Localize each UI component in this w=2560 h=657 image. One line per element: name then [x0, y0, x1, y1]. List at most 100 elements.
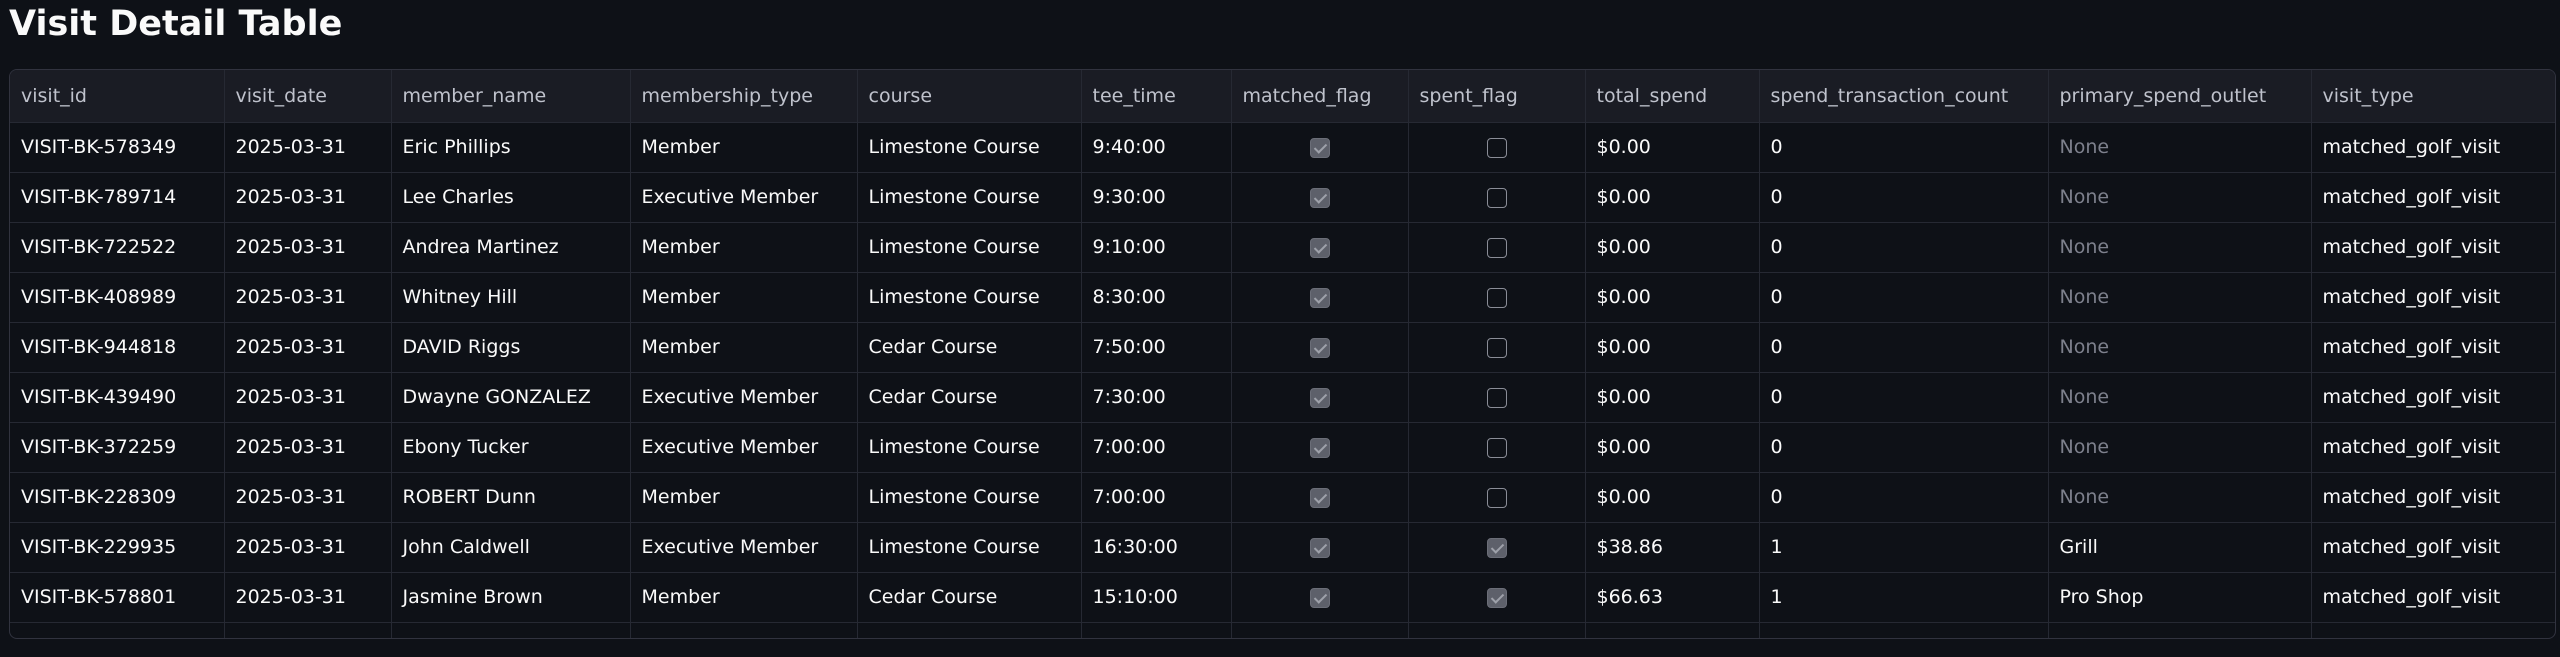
cell-visit-type[interactable]: matched_golf_visit — [2311, 172, 2555, 223]
cell-primary-spend-outlet[interactable] — [2048, 622, 2312, 638]
cell-course[interactable]: Cedar Course — [857, 572, 1082, 623]
spent-flag-unchecked-checkbox[interactable] — [1486, 337, 1507, 358]
cell-matched-flag[interactable] — [1231, 272, 1409, 323]
cell-visit-id[interactable]: VISIT-BK-228309 — [10, 472, 225, 523]
cell-primary-spend-outlet[interactable]: None — [2048, 222, 2312, 273]
cell-member-name[interactable]: Ebony Tucker — [391, 422, 631, 473]
cell-membership-type[interactable]: Member — [630, 222, 858, 273]
matched-flag-checked-checkbox[interactable] — [1309, 287, 1330, 308]
cell-primary-spend-outlet[interactable]: None — [2048, 472, 2312, 523]
cell-matched-flag[interactable] — [1231, 122, 1409, 173]
cell-membership-type[interactable]: Executive Member — [630, 372, 858, 423]
cell-primary-spend-outlet[interactable]: None — [2048, 372, 2312, 423]
cell-course[interactable]: Limestone Course — [857, 122, 1082, 173]
cell-tee-time[interactable]: 16:30:00 — [1081, 522, 1232, 573]
spent-flag-unchecked-checkbox[interactable] — [1486, 237, 1507, 258]
cell-visit-type[interactable]: matched_golf_visit — [2311, 322, 2555, 373]
cell-member-name[interactable]: ROBERT Dunn — [391, 472, 631, 523]
cell-visit-id[interactable]: VISIT-BK-408989 — [10, 272, 225, 323]
spent-flag-unchecked-checkbox[interactable] — [1486, 637, 1507, 638]
visit-detail-table[interactable]: visit_id visit_date member_name membership_… — [9, 69, 2556, 639]
cell-visit-date[interactable]: 2025-03-31 — [224, 122, 392, 173]
matched-flag-checked-checkbox[interactable] — [1309, 637, 1330, 638]
cell-spend-transaction-count[interactable]: 1 — [1759, 572, 2049, 623]
cell-spent-flag[interactable] — [1408, 372, 1586, 423]
cell-visit-date[interactable]: 2025-03-31 — [224, 322, 392, 373]
cell-matched-flag[interactable] — [1231, 222, 1409, 273]
column-header-course[interactable]: course — [857, 70, 1082, 123]
cell-visit-date[interactable]: 2025-03-31 — [224, 272, 392, 323]
cell-spent-flag[interactable] — [1408, 422, 1586, 473]
cell-spent-flag[interactable] — [1408, 222, 1586, 273]
column-header-visit-date[interactable]: visit_date — [224, 70, 392, 123]
cell-membership-type[interactable] — [630, 622, 858, 638]
cell-matched-flag[interactable] — [1231, 622, 1409, 638]
cell-visit-date[interactable]: 2025-03-31 — [224, 372, 392, 423]
table-row[interactable]: VISIT-BK-228309 2025-03-31 ROBERT Dunn Memb… — [10, 472, 2555, 523]
table-row[interactable]: VISIT-BK-944818 2025-03-31 DAVID Riggs Memb… — [10, 322, 2555, 373]
cell-spent-flag[interactable] — [1408, 572, 1586, 623]
spent-flag-unchecked-checkbox[interactable] — [1486, 487, 1507, 508]
cell-course[interactable]: Limestone Course — [857, 272, 1082, 323]
table-row[interactable]: VISIT-BK-439490 2025-03-31 Dwayne GONZALEZ… — [10, 372, 2555, 423]
cell-matched-flag[interactable] — [1231, 172, 1409, 223]
matched-flag-checked-checkbox[interactable] — [1309, 187, 1330, 208]
cell-membership-type[interactable]: Executive Member — [630, 172, 858, 223]
cell-visit-date[interactable]: 2025-03-31 — [224, 522, 392, 573]
cell-membership-type[interactable]: Executive Member — [630, 522, 858, 573]
cell-primary-spend-outlet[interactable]: None — [2048, 272, 2312, 323]
cell-visit-id[interactable]: VISIT-BK-944818 — [10, 322, 225, 373]
cell-total-spend[interactable]: $0.00 — [1585, 272, 1760, 323]
cell-spend-transaction-count[interactable]: 0 — [1759, 472, 2049, 523]
cell-course[interactable]: Limestone Course — [857, 522, 1082, 573]
matched-flag-checked-checkbox[interactable] — [1309, 587, 1330, 608]
cell-course[interactable]: Cedar Course — [857, 322, 1082, 373]
table-row[interactable]: VISIT-BK-408989 2025-03-31 Whitney Hill Mem… — [10, 272, 2555, 323]
matched-flag-checked-checkbox[interactable] — [1309, 237, 1330, 258]
cell-tee-time[interactable]: 7:50:00 — [1081, 322, 1232, 373]
cell-visit-type[interactable]: matched_golf_visit — [2311, 572, 2555, 623]
cell-spend-transaction-count[interactable]: 0 — [1759, 372, 2049, 423]
cell-spent-flag[interactable] — [1408, 172, 1586, 223]
cell-matched-flag[interactable] — [1231, 572, 1409, 623]
cell-spend-transaction-count[interactable]: 0 — [1759, 322, 2049, 373]
column-header-primary-spend-outlet[interactable]: primary_spend_outlet — [2048, 70, 2312, 123]
cell-visit-id[interactable]: VISIT-BK-439490 — [10, 372, 225, 423]
spent-flag-unchecked-checkbox[interactable] — [1486, 287, 1507, 308]
cell-membership-type[interactable]: Member — [630, 272, 858, 323]
cell-primary-spend-outlet[interactable]: None — [2048, 122, 2312, 173]
cell-tee-time[interactable]: 7:00:00 — [1081, 422, 1232, 473]
cell-spent-flag[interactable] — [1408, 272, 1586, 323]
cell-visit-date[interactable]: 2025-03-31 — [224, 222, 392, 273]
cell-primary-spend-outlet[interactable]: Pro Shop — [2048, 572, 2312, 623]
cell-total-spend[interactable]: $0.00 — [1585, 222, 1760, 273]
cell-tee-time[interactable]: 8:30:00 — [1081, 272, 1232, 323]
column-header-spent-flag[interactable]: spent_flag — [1408, 70, 1586, 123]
table-row[interactable]: VISIT-BK-372259 2025-03-31 Ebony Tucker Exe… — [10, 422, 2555, 473]
cell-member-name[interactable]: Jasmine Brown — [391, 572, 631, 623]
cell-tee-time[interactable]: 7:00:00 — [1081, 472, 1232, 523]
cell-total-spend[interactable]: $0.00 — [1585, 172, 1760, 223]
cell-spend-transaction-count[interactable]: 0 — [1759, 272, 2049, 323]
cell-tee-time[interactable]: 9:30:00 — [1081, 172, 1232, 223]
cell-visit-type[interactable]: matched_golf_visit — [2311, 372, 2555, 423]
cell-total-spend[interactable]: $0.00 — [1585, 322, 1760, 373]
cell-visit-id[interactable]: VISIT-BK-229935 — [10, 522, 225, 573]
cell-visit-type[interactable]: matched_golf_visit — [2311, 472, 2555, 523]
matched-flag-checked-checkbox[interactable] — [1309, 137, 1330, 158]
matched-flag-checked-checkbox[interactable] — [1309, 537, 1330, 558]
spent-flag-unchecked-checkbox[interactable] — [1486, 137, 1507, 158]
cell-tee-time[interactable]: 7:30:00 — [1081, 372, 1232, 423]
cell-total-spend[interactable] — [1585, 622, 1760, 638]
spent-flag-checked-checkbox[interactable] — [1486, 537, 1507, 558]
cell-visit-type[interactable]: matched_golf_visit — [2311, 522, 2555, 573]
cell-total-spend[interactable]: $0.00 — [1585, 422, 1760, 473]
cell-visit-id[interactable]: VISIT-BK-578349 — [10, 122, 225, 173]
cell-total-spend[interactable]: $0.00 — [1585, 122, 1760, 173]
cell-spend-transaction-count[interactable]: 0 — [1759, 122, 2049, 173]
cell-member-name[interactable]: Eric Phillips — [391, 122, 631, 173]
cell-visit-type[interactable]: matched_golf_visit — [2311, 272, 2555, 323]
cell-course[interactable]: Limestone Course — [857, 172, 1082, 223]
cell-spent-flag[interactable] — [1408, 472, 1586, 523]
cell-course[interactable] — [857, 622, 1082, 638]
